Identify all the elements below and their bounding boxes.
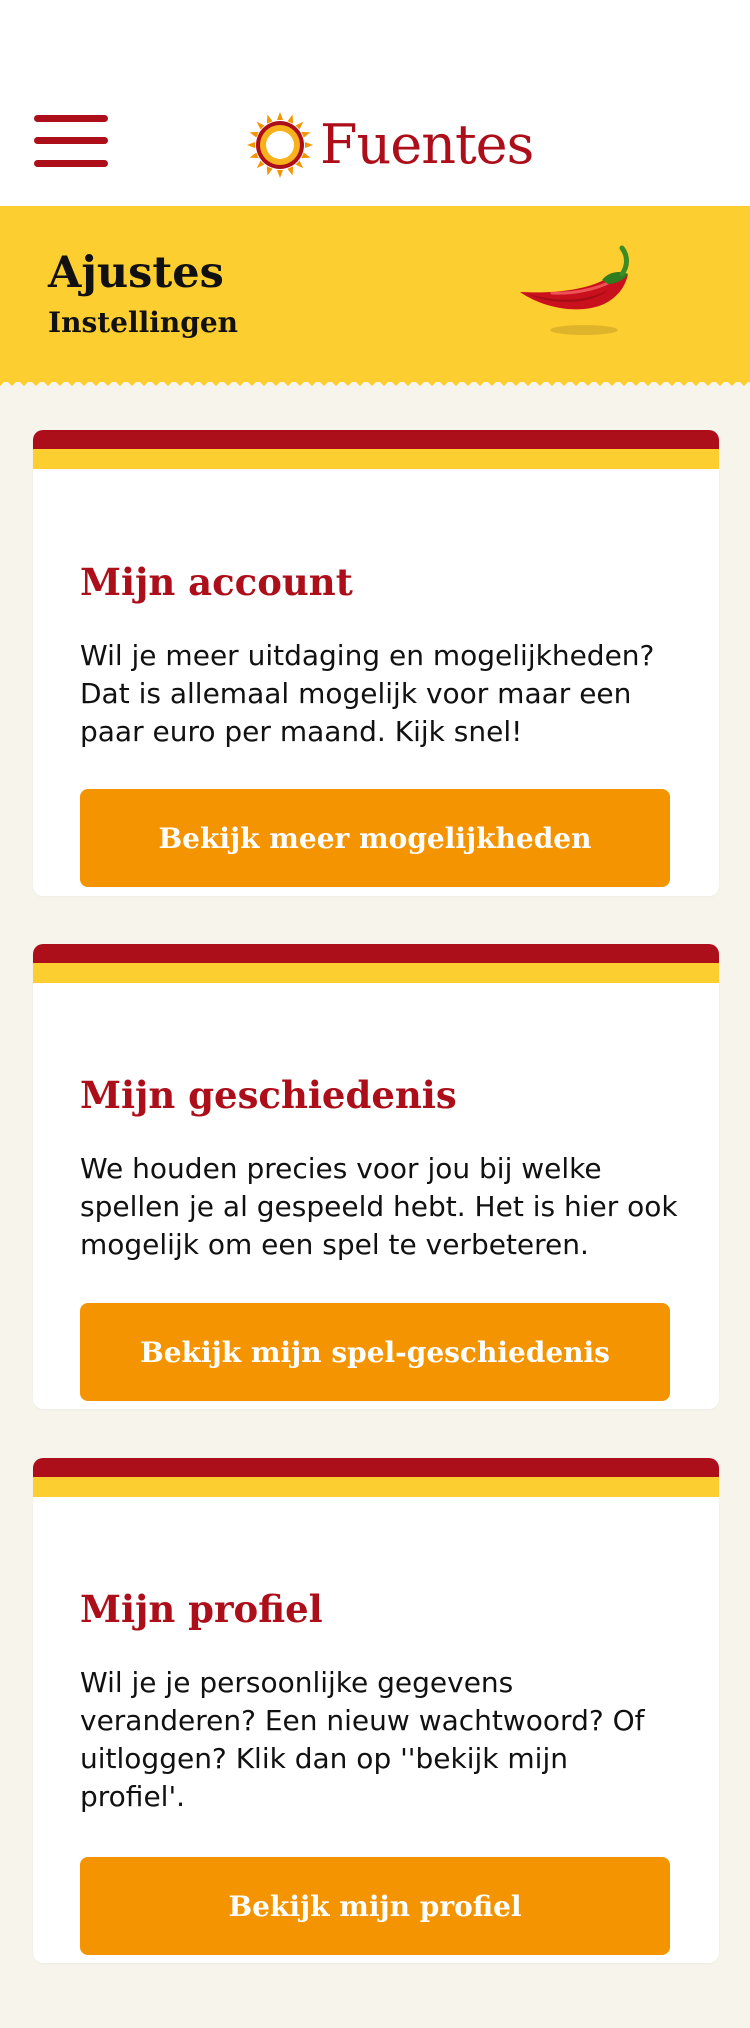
history-card: Mijn geschiedenis We houden precies voor…	[33, 944, 719, 1409]
card-stripe-yellow	[33, 1477, 719, 1497]
app-header: Fuentes	[0, 0, 750, 206]
card-stripe-red	[33, 944, 719, 963]
game-history-button[interactable]: Bekijk mijn spel-geschiedenis	[80, 1303, 670, 1401]
card-stripe-red	[33, 430, 719, 449]
sun-icon	[247, 112, 313, 178]
card-description: We houden precies voor jou bij welke spe…	[80, 1152, 678, 1261]
card-title: Mijn profiel	[80, 1587, 323, 1631]
account-card: Mijn account Wil je meer uitdaging en mo…	[33, 430, 719, 896]
page-title: Ajustes	[48, 248, 224, 298]
brand-logo[interactable]: Fuentes	[246, 110, 534, 180]
card-stripe-red	[33, 1458, 719, 1477]
more-options-button[interactable]: Bekijk meer mogelijkheden	[80, 789, 670, 887]
profile-card: Mijn profiel Wil je je persoonlijke gege…	[33, 1458, 719, 1963]
card-description: Wil je meer uitdaging en mogelijkheden? …	[80, 639, 655, 748]
hamburger-menu-icon[interactable]	[34, 112, 108, 172]
brand-name: Fuentes	[320, 113, 534, 176]
view-profile-button[interactable]: Bekijk mijn profiel	[80, 1857, 670, 1955]
chili-pepper-icon	[520, 245, 629, 335]
card-description: Wil je je persoonlijke gegevens verander…	[80, 1666, 645, 1813]
card-title: Mijn geschiedenis	[80, 1073, 457, 1117]
card-stripe-yellow	[33, 449, 719, 469]
page-subtitle: Instellingen	[48, 306, 238, 339]
card-stripe-yellow	[33, 963, 719, 983]
banner-zigzag-edge	[0, 374, 750, 386]
card-title: Mijn account	[80, 560, 353, 604]
